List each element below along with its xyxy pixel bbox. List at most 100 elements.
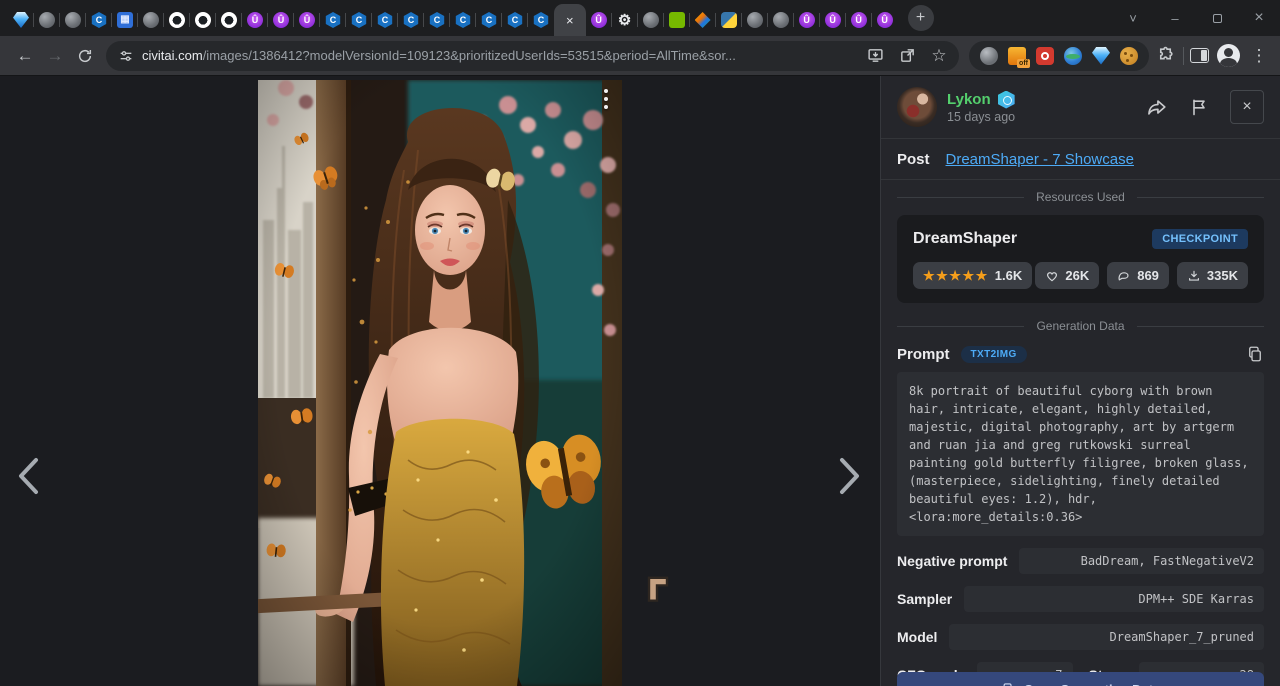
extension-cookie-icon[interactable] [1120, 47, 1138, 65]
extension-planet-icon[interactable] [1064, 47, 1082, 65]
extensions-puzzle-icon[interactable] [1153, 44, 1177, 68]
tab-civitai[interactable]: C [86, 4, 112, 36]
tab-close-icon[interactable]: × [566, 14, 574, 27]
civitai-favicon-icon: C [351, 12, 367, 28]
browser-tab-strip: C▦ÛÛÛCCCCCCCCC×Û⚙ÛÛÛÛ + ˅ – × [0, 0, 1280, 36]
uploader-favicon-icon: Û [299, 12, 315, 28]
tab-civitai[interactable]: C [528, 4, 554, 36]
github-favicon-icon [195, 12, 211, 28]
active-tab[interactable]: × [554, 4, 586, 36]
civitai-favicon-icon: C [481, 12, 497, 28]
panel-body: Resources Used DreamShaper CHECKPOINT ★★… [881, 180, 1280, 686]
site-info-icon[interactable] [118, 48, 134, 64]
tab-apps[interactable]: ▦ [112, 4, 138, 36]
rating-count: 1.6K [995, 268, 1022, 283]
tab-uploader[interactable]: Û [794, 4, 820, 36]
tab-civitai[interactable]: C [502, 4, 528, 36]
negative-prompt-value[interactable]: BadDream, FastNegativeV2 [1019, 548, 1264, 574]
browser-menu-icon[interactable]: ⋮ [1248, 46, 1270, 66]
tab-civitai[interactable]: C [476, 4, 502, 36]
share-button[interactable] [1146, 96, 1168, 118]
tab-globe[interactable] [60, 4, 86, 36]
tab-settings[interactable]: ⚙ [612, 4, 638, 36]
uploader-favicon-icon: Û [247, 12, 263, 28]
copy-prompt-button[interactable] [1246, 345, 1264, 363]
tab-nvidia[interactable] [664, 4, 690, 36]
tab-uploader[interactable]: Û [268, 4, 294, 36]
tab-civitai[interactable]: C [372, 4, 398, 36]
tab-civitai[interactable]: C [346, 4, 372, 36]
tab-civitai[interactable]: C [424, 4, 450, 36]
sampler-row: Sampler DPM++ SDE Karras [897, 586, 1264, 612]
tab-civitai[interactable]: C [398, 4, 424, 36]
tab-globe[interactable] [34, 4, 60, 36]
forward-button[interactable]: → [40, 41, 70, 71]
close-panel-button[interactable]: × [1230, 90, 1264, 124]
panel-header: Lykon 15 days ago × [881, 76, 1280, 138]
likes-pill[interactable]: 26K [1035, 262, 1099, 289]
share-page-icon[interactable] [895, 44, 919, 68]
tab-globe[interactable] [638, 4, 664, 36]
address-bar[interactable]: civitai.com/images/1386412?modelVersionI… [106, 41, 959, 71]
extension-red-o-icon[interactable] [1036, 47, 1054, 65]
extension-globe-icon[interactable] [980, 47, 998, 65]
checkpoint-badge: CHECKPOINT [1152, 229, 1248, 249]
user-avatar[interactable] [897, 87, 937, 127]
model-value[interactable]: DreamShaper_7_pruned [949, 624, 1264, 650]
rating-stars-icon: ★★★★★ [923, 268, 989, 284]
tab-uploader[interactable]: Û [242, 4, 268, 36]
tab-uploader[interactable]: Û [294, 4, 320, 36]
cursor-artifact [647, 574, 671, 606]
back-button[interactable]: ← [10, 41, 40, 71]
install-app-icon[interactable] [863, 44, 887, 68]
url-text[interactable]: civitai.com/images/1386412?modelVersionI… [142, 48, 855, 63]
image-options-menu-icon[interactable] [604, 89, 608, 109]
post-timestamp: 15 days ago [947, 110, 1015, 124]
tab-colab[interactable] [690, 4, 716, 36]
tab-globe[interactable] [768, 4, 794, 36]
comments-pill[interactable]: 869 [1107, 262, 1169, 289]
tab-globe[interactable] [742, 4, 768, 36]
window-menu-chevron-icon[interactable]: ˅ [1112, 0, 1154, 36]
rating-pill[interactable]: ★★★★★ 1.6K [913, 262, 1032, 289]
next-image-button[interactable] [828, 450, 872, 502]
window-minimize-button[interactable]: – [1154, 0, 1196, 36]
resource-name[interactable]: DreamShaper [913, 230, 1017, 248]
profile-avatar-button[interactable] [1217, 44, 1240, 67]
side-panel-toggle-icon[interactable] [1190, 48, 1209, 63]
previous-image-button[interactable] [6, 450, 50, 502]
tab-github[interactable] [190, 4, 216, 36]
generation-data-label: Generation Data [1036, 319, 1124, 333]
tab-civitai[interactable]: C [320, 4, 346, 36]
sampler-value[interactable]: DPM++ SDE Karras [964, 586, 1264, 612]
tab-civitai[interactable]: C [450, 4, 476, 36]
colab-favicon-icon [695, 12, 711, 28]
extension-blocker-off-icon[interactable] [1008, 47, 1026, 65]
copy-generation-data-button[interactable]: Copy Generation Data [897, 672, 1264, 686]
window-close-button[interactable]: × [1238, 0, 1280, 36]
image-detail-panel: Lykon 15 days ago × Post DreamShaper - 7… [880, 76, 1280, 686]
tab-gem[interactable] [8, 4, 34, 36]
resource-card[interactable]: DreamShaper CHECKPOINT ★★★★★ 1.6K 26K [897, 215, 1264, 303]
tab-uploader[interactable]: Û [820, 4, 846, 36]
extension-gem-icon[interactable] [1092, 47, 1110, 65]
window-restore-button[interactable] [1196, 0, 1238, 36]
prompt-text[interactable]: 8k portrait of beautiful cyborg with bro… [897, 372, 1264, 536]
uploader-favicon-icon: Û [877, 12, 893, 28]
tab-uploader[interactable]: Û [872, 4, 898, 36]
new-tab-button[interactable]: + [908, 5, 934, 31]
reload-button[interactable] [70, 41, 100, 71]
tab-uploader[interactable]: Û [586, 4, 612, 36]
tab-globe[interactable] [138, 4, 164, 36]
report-flag-button[interactable] [1189, 96, 1209, 118]
tab-github[interactable] [216, 4, 242, 36]
artwork-image[interactable] [258, 80, 622, 686]
downloads-pill[interactable]: 335K [1177, 262, 1248, 289]
username-link[interactable]: Lykon [947, 91, 1015, 109]
tab-python[interactable] [716, 4, 742, 36]
tab-github[interactable] [164, 4, 190, 36]
tab-uploader[interactable]: Û [846, 4, 872, 36]
globe-favicon-icon [65, 12, 81, 28]
bookmark-star-icon[interactable]: ☆ [927, 44, 951, 68]
post-link[interactable]: DreamShaper - 7 Showcase [946, 151, 1134, 168]
